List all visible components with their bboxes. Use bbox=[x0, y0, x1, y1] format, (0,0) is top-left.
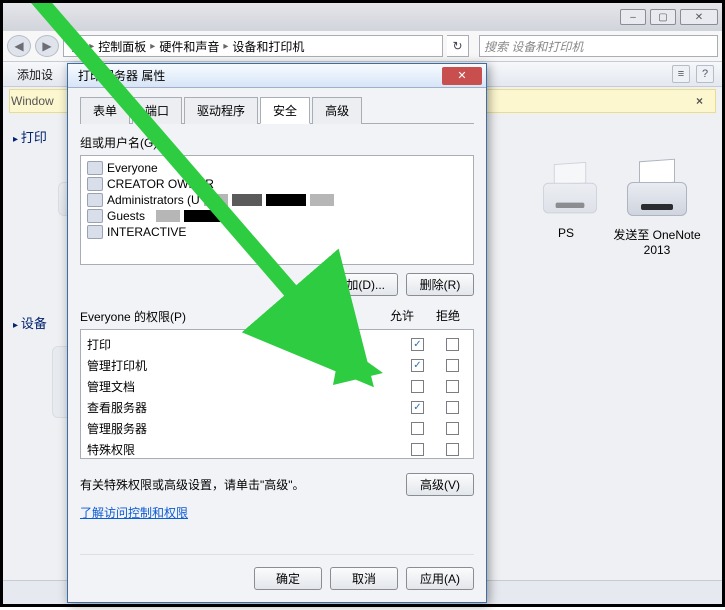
add-group-button[interactable]: 添加(D)... bbox=[321, 273, 398, 296]
group-name: Guests bbox=[107, 209, 145, 223]
breadcrumb-part[interactable]: 硬件和声音 bbox=[157, 38, 221, 55]
add-device-button[interactable]: 添加设 bbox=[11, 64, 59, 85]
breadcrumb-part[interactable]: 控制面板 bbox=[96, 38, 148, 55]
refresh-button[interactable]: ↻ bbox=[447, 35, 469, 57]
print-server-properties-dialog: 打印服务器 属性 ✕ 表单 端口 驱动程序 安全 高级 组或用户名(G): Ev… bbox=[67, 63, 487, 603]
perm-name: 管理文档 bbox=[87, 378, 411, 395]
group-name: INTERACTIVE bbox=[107, 225, 186, 239]
dialog-close-button[interactable]: ✕ bbox=[442, 67, 482, 85]
perm-name: 特殊权限 bbox=[87, 441, 411, 458]
perm-name: 管理打印机 bbox=[87, 357, 411, 374]
perm-name: 管理服务器 bbox=[87, 420, 411, 437]
printer-icon bbox=[621, 160, 693, 220]
perm-row: 管理打印机 bbox=[87, 355, 467, 376]
close-button[interactable]: ✕ bbox=[680, 9, 718, 25]
col-allow: 允许 bbox=[390, 307, 414, 324]
advanced-button[interactable]: 高级(V) bbox=[406, 473, 474, 496]
device-item[interactable]: PS bbox=[534, 160, 574, 257]
device-label: 发送至 OneNote 2013 bbox=[612, 226, 702, 257]
group-item[interactable]: Guests bbox=[87, 208, 467, 224]
perm-header: 允许 拒绝 bbox=[390, 305, 474, 328]
nav-forward-button[interactable]: ▶ bbox=[35, 35, 59, 57]
help-icon[interactable]: ? bbox=[696, 65, 714, 83]
learn-acl-link[interactable]: 了解访问控制和权限 bbox=[80, 496, 474, 521]
group-names-label: 组或用户名(G): bbox=[80, 124, 474, 155]
deny-checkbox[interactable] bbox=[446, 443, 459, 456]
maximize-button[interactable]: ▢ bbox=[650, 9, 676, 25]
group-icon bbox=[87, 225, 103, 239]
breadcrumb-home-icon[interactable]: 🖥 bbox=[68, 39, 87, 53]
group-name: Administrators (U bbox=[107, 193, 200, 207]
deny-checkbox[interactable] bbox=[446, 359, 459, 372]
device-item[interactable]: 发送至 OneNote 2013 bbox=[612, 160, 702, 257]
group-list[interactable]: Everyone CREATOR OWNER Administrators (U… bbox=[80, 155, 474, 265]
allow-checkbox[interactable] bbox=[411, 422, 424, 435]
dialog-title: 打印服务器 属性 bbox=[72, 67, 165, 84]
allow-checkbox[interactable] bbox=[411, 359, 424, 372]
tab-ports[interactable]: 端口 bbox=[132, 97, 182, 124]
deny-checkbox[interactable] bbox=[446, 422, 459, 435]
tab-forms[interactable]: 表单 bbox=[80, 97, 130, 124]
dialog-footer: 确定 取消 应用(A) bbox=[80, 554, 474, 590]
breadcrumb[interactable]: 🖥 ▸ 控制面板 ▸ 硬件和声音 ▸ 设备和打印机 bbox=[63, 35, 443, 57]
info-label: Window bbox=[11, 94, 54, 108]
breadcrumb-part[interactable]: 设备和打印机 bbox=[230, 38, 306, 55]
group-icon bbox=[87, 209, 103, 223]
tab-drivers[interactable]: 驱动程序 bbox=[184, 97, 258, 124]
printer-icon bbox=[538, 163, 603, 217]
group-name: CREATOR OWNER bbox=[107, 177, 214, 191]
tab-security[interactable]: 安全 bbox=[260, 97, 310, 124]
tabs: 表单 端口 驱动程序 安全 高级 bbox=[80, 96, 474, 124]
allow-checkbox[interactable] bbox=[411, 338, 424, 351]
col-deny: 拒绝 bbox=[436, 307, 460, 324]
remove-group-button[interactable]: 删除(R) bbox=[406, 273, 474, 296]
perm-row: 查看服务器 bbox=[87, 397, 467, 418]
chevron-right-icon: ▸ bbox=[89, 41, 94, 52]
group-icon bbox=[87, 193, 103, 207]
deny-checkbox[interactable] bbox=[446, 338, 459, 351]
perm-row: 管理文档 bbox=[87, 376, 467, 397]
group-item[interactable]: CREATOR OWNER bbox=[87, 176, 467, 192]
cancel-button[interactable]: 取消 bbox=[330, 567, 398, 590]
apply-button[interactable]: 应用(A) bbox=[406, 567, 474, 590]
footer-note: 有关特殊权限或高级设置，请单击"高级"。 bbox=[80, 476, 406, 493]
chevron-right-icon: ▸ bbox=[223, 41, 228, 52]
search-input[interactable]: 搜索 设备和打印机 bbox=[479, 35, 718, 57]
group-item[interactable]: Everyone bbox=[87, 160, 467, 176]
device-label: PS bbox=[534, 226, 574, 240]
info-close-button[interactable]: × bbox=[692, 94, 707, 108]
deny-checkbox[interactable] bbox=[446, 401, 459, 414]
allow-checkbox[interactable] bbox=[411, 401, 424, 414]
allow-checkbox[interactable] bbox=[411, 443, 424, 456]
group-item[interactable]: INTERACTIVE bbox=[87, 224, 467, 240]
nav-back-button[interactable]: ◀ bbox=[7, 35, 31, 57]
permissions-list: 打印 管理打印机 管理文档 查看服务器 管理服务器 bbox=[80, 329, 474, 459]
chevron-right-icon: ▸ bbox=[150, 41, 155, 52]
nav-bar: ◀ ▶ 🖥 ▸ 控制面板 ▸ 硬件和声音 ▸ 设备和打印机 ↻ 搜索 设备和打印… bbox=[3, 31, 722, 61]
tab-advanced[interactable]: 高级 bbox=[312, 97, 362, 124]
deny-checkbox[interactable] bbox=[446, 380, 459, 393]
perm-row: 管理服务器 bbox=[87, 418, 467, 439]
view-icon[interactable]: ≡ bbox=[672, 65, 690, 83]
dialog-titlebar[interactable]: 打印服务器 属性 ✕ bbox=[68, 64, 486, 88]
perm-name: 打印 bbox=[87, 336, 411, 353]
perm-row: 特殊权限 bbox=[87, 439, 467, 460]
bg-titlebar: – ▢ ✕ bbox=[3, 3, 722, 31]
ok-button[interactable]: 确定 bbox=[254, 567, 322, 590]
group-icon bbox=[87, 177, 103, 191]
perm-row: 打印 bbox=[87, 334, 467, 355]
allow-checkbox[interactable] bbox=[411, 380, 424, 393]
group-icon bbox=[87, 161, 103, 175]
permissions-label: Everyone 的权限(P) bbox=[80, 304, 390, 329]
group-name: Everyone bbox=[107, 161, 158, 175]
group-item[interactable]: Administrators (U bbox=[87, 192, 467, 208]
minimize-button[interactable]: – bbox=[620, 9, 646, 25]
perm-name: 查看服务器 bbox=[87, 399, 411, 416]
